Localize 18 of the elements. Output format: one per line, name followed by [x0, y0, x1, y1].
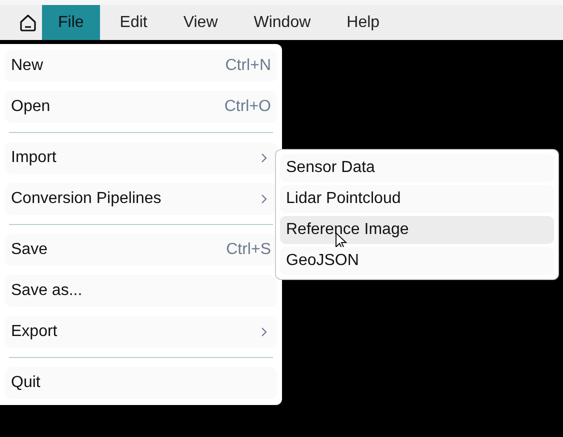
menu-bar-item[interactable]: Help — [330, 5, 396, 40]
submenu-item[interactable]: Lidar Pointcloud — [280, 185, 554, 213]
menu-bar-item[interactable]: File — [42, 5, 100, 40]
submenu-item[interactable]: GeoJSON — [280, 247, 554, 275]
menu-bar-item[interactable]: Edit — [104, 5, 164, 40]
submenu-item[interactable]: Sensor Data — [280, 154, 554, 182]
menu-item[interactable]: New Ctrl+N — [5, 50, 277, 82]
menu-item[interactable]: Quit — [5, 367, 277, 399]
menu-item[interactable]: Save Ctrl+S — [5, 234, 277, 266]
menu-bar-item[interactable]: View — [167, 5, 234, 40]
menu-item[interactable]: Import — [5, 142, 277, 174]
menu-item[interactable]: Save as... — [5, 275, 277, 307]
submenu-item[interactable]: Reference Image — [280, 216, 554, 244]
menu-item[interactable]: Export — [5, 316, 277, 348]
menu-item[interactable]: Conversion Pipelines — [5, 183, 277, 215]
menu-item[interactable]: Open Ctrl+O — [5, 91, 277, 123]
home-icon[interactable] — [18, 12, 38, 32]
menu-bar-item[interactable]: Window — [238, 5, 327, 40]
